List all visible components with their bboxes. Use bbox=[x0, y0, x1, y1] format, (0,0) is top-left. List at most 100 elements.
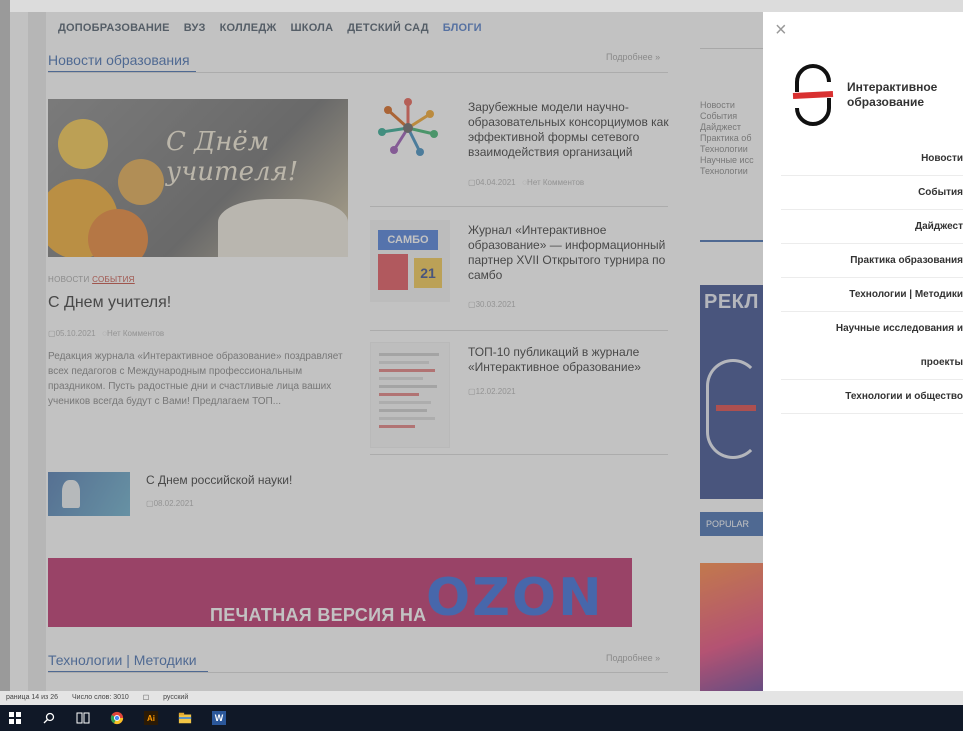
right-cat-news[interactable]: Новости bbox=[700, 100, 754, 111]
status-page[interactable]: раница 14 из 26 bbox=[6, 694, 58, 705]
windows-icon[interactable] bbox=[8, 711, 22, 725]
news-title-4[interactable]: С Днем российской науки! bbox=[146, 473, 346, 488]
news-meta-2: ▢30.03.2021 bbox=[468, 300, 516, 309]
illustrator-icon[interactable]: Ai bbox=[144, 711, 158, 725]
logo-line-1: Интерактивное bbox=[847, 80, 938, 94]
status-words[interactable]: Число слов: 3010 bbox=[72, 694, 129, 705]
news-title-1[interactable]: Зарубежные модели научно-образовательных… bbox=[468, 100, 673, 160]
popular-tab[interactable]: POPULAR bbox=[700, 512, 763, 536]
proofing-icon[interactable]: ☐ bbox=[143, 694, 149, 705]
nav-school[interactable]: ШКОЛА bbox=[291, 22, 334, 34]
news-title-2[interactable]: Журнал «Интерактивное образование» — инф… bbox=[468, 223, 673, 283]
logo-line-2: образование bbox=[847, 95, 925, 109]
news-date-3: 12.02.2021 bbox=[475, 387, 516, 396]
calendar-icon: ▢ bbox=[468, 387, 476, 396]
featured-date: 05.10.2021 bbox=[55, 329, 96, 338]
section-title-tech[interactable]: Технологии | Методики bbox=[48, 652, 197, 668]
news-comments-1[interactable]: Нет Комментов bbox=[527, 178, 584, 187]
banner-text: ПЕЧАТНАЯ ВЕРСИЯ НА bbox=[210, 605, 427, 625]
more-link-news[interactable]: Подробнее » bbox=[606, 52, 660, 62]
menu-item-practice[interactable]: Практика образования bbox=[781, 244, 963, 278]
menu-item-events[interactable]: События bbox=[781, 176, 963, 210]
right-cat-events[interactable]: События bbox=[700, 111, 754, 122]
logo-text: Интерактивное образование bbox=[847, 80, 937, 110]
news-thumb-sambo[interactable]: САМБО 21 bbox=[370, 220, 450, 302]
hero-script-text: С Днём учителя! bbox=[166, 127, 299, 187]
menu-item-digest[interactable]: Дайджест bbox=[781, 210, 963, 244]
news-date-1: 04.04.2021 bbox=[475, 178, 516, 187]
news-thumb-science[interactable] bbox=[48, 472, 130, 516]
right-cat-tech[interactable]: Технологии bbox=[700, 144, 754, 155]
right-cat-research[interactable]: Научные исс bbox=[700, 155, 754, 166]
news-title-3[interactable]: ТОП-10 публикаций в журнале «Интерактивн… bbox=[468, 345, 673, 375]
featured-title[interactable]: С Днем учителя! bbox=[48, 294, 171, 312]
news-divider bbox=[370, 206, 668, 207]
news-divider bbox=[370, 330, 668, 331]
news-meta-1: ▢04.04.2021 ◌Нет Комментов bbox=[468, 178, 584, 187]
ad-banner-vertical[interactable]: РЕКЛ bbox=[700, 285, 763, 499]
section-divider bbox=[48, 72, 668, 73]
featured-excerpt: Редакция журнала «Интерактивное образова… bbox=[48, 351, 343, 407]
menu-item-research-projects[interactable]: проекты bbox=[781, 346, 963, 380]
menu-item-tech-society[interactable]: Технологии и общество bbox=[781, 380, 963, 414]
featured-image[interactable]: С Днём учителя! bbox=[48, 99, 348, 257]
nav-kindergarten[interactable]: ДЕТСКИЙ САД bbox=[347, 22, 428, 34]
nav-blogs[interactable]: БЛОГИ bbox=[443, 22, 482, 34]
calendar-icon: ▢ bbox=[468, 178, 476, 187]
nav-dopobrazovanie[interactable]: ДОПОБРАЗОВАНИЕ bbox=[58, 22, 170, 34]
right-cat-practice[interactable]: Практика об bbox=[700, 133, 754, 144]
search-icon[interactable] bbox=[42, 711, 56, 725]
file-explorer-icon[interactable] bbox=[178, 711, 192, 725]
nav-college[interactable]: КОЛЛЕДЖ bbox=[220, 22, 277, 34]
calendar-icon: ▢ bbox=[48, 329, 56, 338]
calendar-icon: ▢ bbox=[146, 499, 154, 508]
side-menu-panel: × Интерактивное образование Новости Собы… bbox=[763, 12, 963, 691]
ozon-logo: OZON bbox=[426, 568, 604, 627]
window-top-edge bbox=[0, 0, 963, 12]
status-language[interactable]: русский bbox=[163, 694, 188, 705]
nav-vuz[interactable]: ВУЗ bbox=[184, 22, 206, 34]
ozon-banner[interactable]: ПЕЧАТНАЯ ВЕРСИЯ НА OZON bbox=[48, 558, 632, 627]
featured-meta: ▢05.10.2021 ◌Нет Комментов bbox=[48, 329, 164, 338]
right-category-list: Новости События Дайджест Практика об Тех… bbox=[700, 100, 754, 177]
right-column-accent bbox=[700, 240, 763, 242]
section-title-news[interactable]: Новости образования bbox=[48, 52, 190, 68]
more-link-tech[interactable]: Подробнее » bbox=[606, 653, 660, 663]
document-status-bar: раница 14 из 26 Число слов: 3010 ☐ русск… bbox=[0, 691, 963, 705]
side-menu: Новости События Дайджест Практика образо… bbox=[781, 142, 963, 414]
featured-comments[interactable]: Нет Комментов bbox=[107, 329, 164, 338]
news-meta-3: ▢12.02.2021 bbox=[468, 387, 516, 396]
news-date-2: 30.03.2021 bbox=[475, 300, 516, 309]
close-icon[interactable]: × bbox=[775, 20, 787, 40]
news-meta-4: ▢08.02.2021 bbox=[146, 499, 194, 508]
menu-item-research[interactable]: Научные исследования и bbox=[781, 312, 963, 346]
popular-thumb[interactable] bbox=[700, 563, 763, 691]
page-left-rail bbox=[28, 12, 46, 691]
featured-tags: НОВОСТИ СОБЫТИЯ bbox=[48, 275, 135, 284]
section-divider bbox=[48, 672, 668, 673]
news-thumb-network[interactable] bbox=[370, 94, 450, 164]
task-view-icon[interactable] bbox=[76, 711, 90, 725]
logo-mark-icon bbox=[792, 64, 834, 126]
site-logo[interactable]: Интерактивное образование bbox=[783, 58, 951, 132]
tag-events[interactable]: СОБЫТИЯ bbox=[92, 275, 135, 284]
right-column-rule bbox=[700, 48, 763, 49]
top-navigation: ДОПОБРАЗОВАНИЕ ВУЗ КОЛЛЕДЖ ШКОЛА ДЕТСКИЙ… bbox=[58, 22, 482, 34]
menu-item-news[interactable]: Новости bbox=[781, 142, 963, 176]
sambo-label: САМБО bbox=[378, 230, 438, 250]
windows-taskbar: Ai W bbox=[0, 705, 963, 731]
news-date-4: 08.02.2021 bbox=[153, 499, 194, 508]
calendar-icon: ▢ bbox=[468, 300, 476, 309]
website-page: ДОПОБРАЗОВАНИЕ ВУЗ КОЛЛЕДЖ ШКОЛА ДЕТСКИЙ… bbox=[10, 12, 763, 691]
sambo-number: 21 bbox=[414, 258, 442, 288]
news-thumb-top10[interactable] bbox=[370, 342, 450, 448]
word-icon[interactable]: W bbox=[212, 711, 226, 725]
right-cat-digest[interactable]: Дайджест bbox=[700, 122, 754, 133]
news-divider bbox=[370, 454, 668, 455]
tag-news[interactable]: НОВОСТИ bbox=[48, 275, 90, 284]
right-cat-tech-society[interactable]: Технологии bbox=[700, 166, 754, 177]
window-left-edge bbox=[0, 0, 10, 691]
ad-text: РЕКЛ bbox=[704, 291, 759, 313]
chrome-icon[interactable] bbox=[110, 711, 124, 725]
menu-item-technologies-methods[interactable]: Технологии | Методики bbox=[781, 278, 963, 312]
